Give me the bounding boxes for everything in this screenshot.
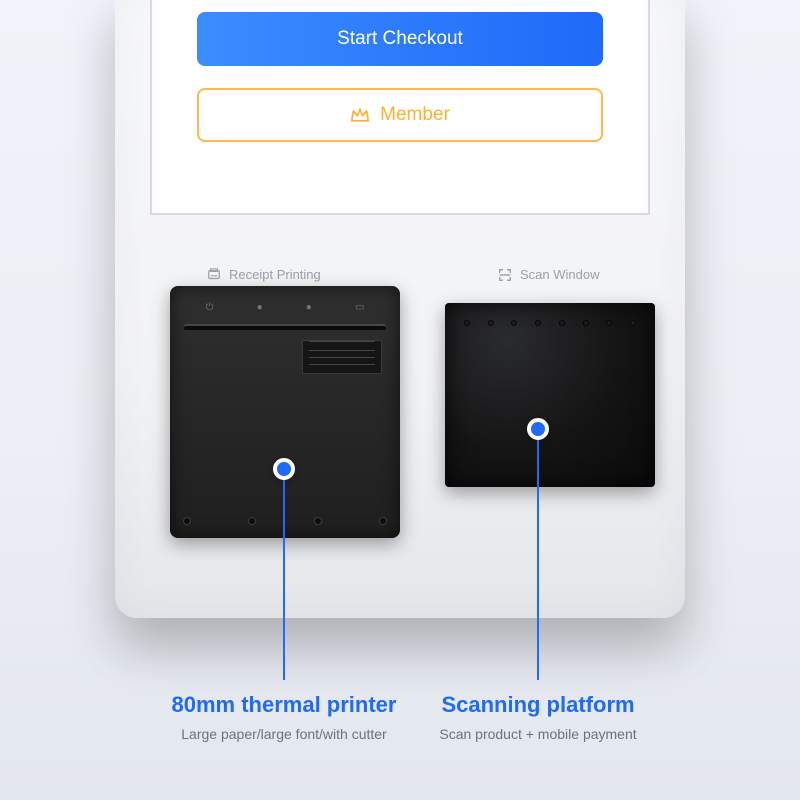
scanner-caption-title: Scanning platform [388, 692, 688, 718]
callout-line-scanner [537, 440, 539, 680]
callout-marker-printer [273, 458, 295, 480]
scanner-caption-subtitle: Scan product + mobile payment [388, 726, 688, 742]
scanner-caption: Scanning platform Scan product + mobile … [388, 692, 688, 742]
start-checkout-button[interactable]: Start Checkout [197, 12, 603, 66]
printer-indicators: ⏻●●▭ [184, 296, 386, 318]
member-button-label: Member [380, 104, 450, 126]
callout-line-printer [283, 480, 285, 680]
receipt-printing-text: Receipt Printing [229, 267, 321, 282]
barcode-scanner-window [445, 303, 655, 487]
thermal-printer-module: ⏻●●▭ [170, 286, 400, 538]
kiosk-touchscreen: Start Checkout Member [150, 0, 650, 215]
scan-window-label: Scan Window [498, 267, 599, 282]
member-button[interactable]: Member [197, 88, 603, 142]
callout-marker-scanner [527, 418, 549, 440]
scan-icon [498, 268, 512, 282]
kiosk-device: Start Checkout Member Receipt Printing [115, 0, 685, 618]
scan-window-text: Scan Window [520, 267, 599, 282]
receipt-printing-label: Receipt Printing [207, 267, 321, 282]
printer-paper-slot [184, 324, 386, 330]
scanner-sensor-dots [465, 321, 635, 325]
printer-warning-label [302, 340, 382, 374]
printer-screws [184, 518, 386, 526]
receipt-icon [207, 268, 221, 282]
crown-icon [350, 107, 370, 123]
